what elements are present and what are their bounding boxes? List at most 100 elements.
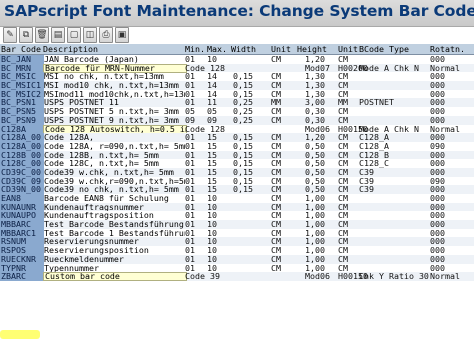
cell-bar-code[interactable]: C128A_00	[0, 133, 44, 142]
cell-unit[interactable]: CM	[271, 211, 281, 220]
cell-unit[interactable]: CM	[271, 220, 281, 229]
cell-unit[interactable]: CM	[271, 246, 281, 255]
cell-unit-2[interactable]: CM	[338, 151, 348, 160]
cell-height[interactable]: 0,50	[305, 185, 325, 194]
cell-max[interactable]: 10	[207, 229, 217, 238]
cell-rotation[interactable]: 000	[430, 90, 445, 99]
cell-bar-code[interactable]: BC_PSN9	[0, 115, 44, 125]
cell-min[interactable]: 01	[185, 220, 195, 229]
cell-unit-2[interactable]: CM	[338, 203, 348, 212]
cell-rotation[interactable]: 000	[430, 72, 445, 81]
cell-rotation[interactable]: 000	[430, 168, 445, 177]
cell-unit-2[interactable]: CM	[338, 246, 348, 255]
cell-min[interactable]: 01	[185, 229, 195, 238]
cell-max[interactable]: 10	[207, 211, 217, 220]
cell-description[interactable]: Code 128B, n.txt,h= 5mm	[43, 151, 185, 160]
cell-unit-2[interactable]: CM	[338, 194, 348, 203]
cell-rotation[interactable]: 000	[430, 237, 445, 246]
edit-icon[interactable]: ✎	[3, 27, 17, 43]
table-row[interactable]: BC_MSIC2 MSImod11 mod10chk,n.txt,h=13mm 01…	[0, 89, 474, 99]
cell-bar-code[interactable]: CD39N_00	[0, 185, 44, 195]
col-header-width[interactable]: Width	[231, 44, 256, 54]
cell-unit[interactable]: MM	[271, 98, 281, 107]
cell-rotation[interactable]: Normal	[430, 125, 460, 134]
cell-unit[interactable]: CM	[271, 168, 281, 177]
cell-bar-code[interactable]: RUECKNR	[0, 254, 44, 264]
cell-description[interactable]: Test Barcode Bestandsführung	[43, 220, 185, 229]
cell-bar-code[interactable]: BC_PSN1	[0, 98, 44, 108]
cell-max[interactable]: 15	[207, 133, 217, 142]
cell-width[interactable]: 0,15	[233, 151, 253, 160]
cell-max[interactable]: 14	[207, 72, 217, 81]
cell-bar-code[interactable]: CD39C_00	[0, 167, 44, 177]
cell-description[interactable]: Barcode für MRN-Nummer	[43, 63, 187, 73]
cell-description[interactable]: USPS POSTNET 9 n.txt,h= 3mm	[43, 116, 185, 125]
cell-rotation[interactable]: 000	[430, 116, 445, 125]
cell-bcode-type[interactable]: C39	[359, 177, 374, 186]
cell-unit[interactable]: CM	[271, 177, 281, 186]
cell-rotation[interactable]: 000	[430, 107, 445, 116]
cell-max[interactable]: 15	[207, 168, 217, 177]
cell-height[interactable]: Mod07	[305, 64, 330, 73]
cell-max[interactable]: 10	[207, 203, 217, 212]
cell-height[interactable]: 0,50	[305, 142, 325, 151]
cell-unit-2[interactable]: CM	[338, 72, 348, 81]
cell-height[interactable]: 0,50	[305, 177, 325, 186]
cell-description[interactable]: Custom bar code	[43, 272, 187, 282]
info-icon[interactable]: ◫	[83, 27, 97, 43]
cell-min[interactable]: 01	[185, 55, 195, 64]
cell-height[interactable]: Mod06	[305, 125, 330, 134]
col-header-unit-2[interactable]: Unit	[338, 44, 358, 54]
cell-unit[interactable]: CM	[271, 81, 281, 90]
cell-height[interactable]: 1,00	[305, 203, 325, 212]
cell-min[interactable]: 05	[185, 107, 195, 116]
cell-bar-code[interactable]: C128C_00	[0, 159, 44, 168]
table-row[interactable]: BC_JAN JAN Barcode (Japan) 01 10 CM 1,20 CM 000	[0, 55, 474, 64]
cell-unit[interactable]: CM	[271, 203, 281, 212]
cell-rotation[interactable]: 000	[430, 185, 445, 194]
table-row[interactable]: RSNUM Reservierungsnummer 01 10 CM 1,00 CM 000	[0, 237, 474, 247]
cell-unit-2[interactable]: CM	[338, 220, 348, 229]
cell-unit-2[interactable]: CM	[338, 107, 348, 116]
cell-min[interactable]: 01	[185, 98, 195, 107]
cell-rotation[interactable]: 000	[430, 229, 445, 238]
cell-min[interactable]: 09	[185, 116, 195, 125]
cell-description[interactable]: Reservierungsposition	[43, 246, 185, 255]
cell-rotation[interactable]: 000	[430, 98, 445, 107]
cell-bar-code[interactable]: EAN8	[0, 194, 44, 203]
delete-icon[interactable]: 🗑	[35, 27, 49, 43]
cell-min[interactable]: 01	[185, 151, 195, 160]
cell-rotation[interactable]: 000	[430, 203, 445, 212]
cell-max[interactable]: 10	[207, 246, 217, 255]
cell-unit-2[interactable]: CM	[338, 177, 348, 186]
cell-min[interactable]: 01	[185, 194, 195, 203]
cell-height[interactable]: 1,00	[305, 237, 325, 246]
cell-bar-code[interactable]: TYPNR	[0, 263, 44, 273]
cell-height[interactable]: 1,30	[305, 90, 325, 99]
cell-height[interactable]: 1,00	[305, 211, 325, 220]
cell-height[interactable]: 1,30	[305, 72, 325, 81]
cell-rotation[interactable]: 090	[430, 142, 445, 151]
cell-height[interactable]: 1,00	[305, 246, 325, 255]
table-row[interactable]: TYPNR Typennummer 01 10 CM 1,00 CM 000	[0, 263, 474, 273]
col-header-height[interactable]: Height	[297, 44, 327, 54]
col-header-bcode-type[interactable]: BCode Type	[359, 44, 409, 54]
cell-bar-code[interactable]: RSNUM	[0, 237, 44, 247]
cell-min[interactable]: 01	[185, 90, 195, 99]
cell-description[interactable]: Code 128A,	[43, 133, 185, 142]
cell-bar-code[interactable]: RSPOS	[0, 246, 44, 255]
cell-min[interactable]: 01	[185, 185, 195, 194]
cell-height[interactable]: 0,50	[305, 159, 325, 168]
cell-max[interactable]: 10	[207, 55, 217, 64]
cell-min[interactable]: Code 128	[185, 125, 225, 134]
cell-bcode-type[interactable]: C128_A	[359, 133, 389, 142]
cell-max[interactable]: 15	[207, 142, 217, 151]
cell-min[interactable]: 01	[185, 237, 195, 246]
cell-unit[interactable]: CM	[271, 107, 281, 116]
cell-description[interactable]: Code 128C, n.txt,h= 5mm	[43, 159, 185, 168]
table-row[interactable]: CD39C_09 Code39 w.chk,r=090,n.txt,h=5mm 01…	[0, 176, 474, 186]
cell-description[interactable]: Rueckmeldenummer	[43, 255, 185, 264]
cell-unit-2[interactable]: CM	[338, 168, 348, 177]
cell-unit[interactable]: CM	[271, 185, 281, 194]
cell-rotation[interactable]: 000	[430, 81, 445, 90]
